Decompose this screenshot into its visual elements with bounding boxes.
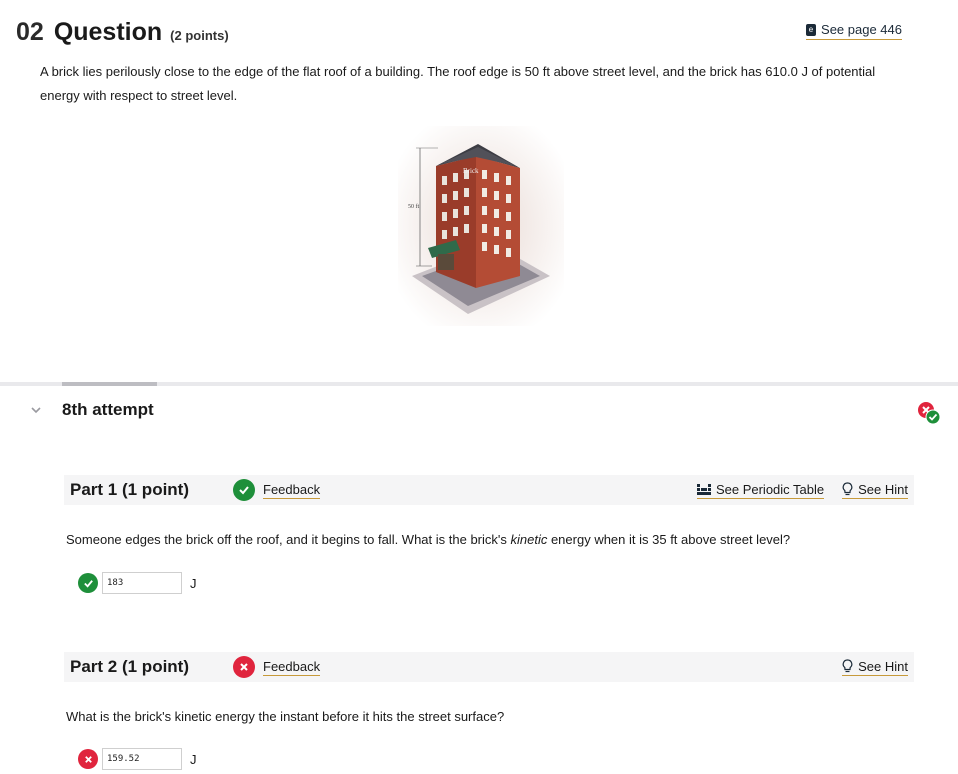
part-1-hint-link[interactable]: See Hint [842, 482, 908, 499]
part-2-title: Part 2 (1 point) [70, 657, 190, 676]
question-body: A brick lies perilously close to the edg… [40, 64, 876, 103]
ebook-icon: e [806, 23, 817, 36]
see-page-label: See page 446 [821, 22, 902, 37]
question-title: Question [53, 18, 163, 46]
part-2-hint-link[interactable]: See Hint [842, 659, 908, 676]
question-header: 02 Question (2 points) [16, 18, 229, 47]
brick-label: Brick [463, 167, 479, 175]
see-page-link[interactable]: e See page 446 [806, 22, 902, 40]
question-number: 02 [16, 18, 44, 46]
part-2-unit: J [190, 751, 197, 767]
part-2-answer-input[interactable] [102, 748, 182, 770]
part-1-feedback-link[interactable]: Feedback [263, 482, 321, 499]
lightbulb-icon [842, 659, 853, 673]
attempt-tab-indicator [62, 382, 157, 386]
part-2-question: What is the brick's kinetic energy the i… [66, 709, 505, 724]
part-1-question: Someone edges the brick off the roof, an… [66, 532, 790, 547]
error-icon [233, 656, 255, 678]
part-2-hint-label: See Hint [858, 658, 908, 674]
part-1-tools: See Periodic Table See Hint [679, 482, 908, 499]
check-icon [233, 479, 255, 501]
part-1-unit: J [190, 575, 197, 591]
periodic-table-link[interactable]: See Periodic Table [696, 481, 825, 499]
part-1-question-text-end: energy when it is 35 ft above street lev… [547, 532, 791, 547]
building-figure: 50 ft Brick [398, 126, 564, 326]
part-1-title: Part 1 (1 point) [70, 480, 190, 499]
part-2-bar: Part 2 (1 point) Feedback See Hint [64, 652, 914, 682]
part-1-question-emphasis: kinetic [510, 532, 548, 547]
part-2-tools: See Hint [824, 659, 908, 676]
error-icon [78, 749, 98, 769]
part-1-bar: Part 1 (1 point) Feedback See Periodic T… [64, 475, 914, 505]
chevron-down-icon[interactable] [30, 404, 42, 416]
periodic-table-icon [696, 483, 711, 495]
check-icon [78, 573, 98, 593]
part-1-answer-row: J [78, 572, 197, 594]
attempt-label: 8th attempt [62, 400, 154, 419]
lightbulb-icon [842, 482, 853, 496]
attempt-header[interactable]: 8th attempt [30, 400, 154, 420]
part-1-answer-input[interactable] [102, 572, 182, 594]
part-2-feedback-link[interactable]: Feedback [263, 659, 321, 676]
question-points: (2 points) [170, 28, 229, 43]
part-1-question-text: Someone edges the brick off the roof, an… [66, 532, 511, 547]
periodic-table-label: See Periodic Table [715, 481, 825, 497]
height-label: 50 ft [408, 203, 419, 210]
part-1-hint-label: See Hint [858, 481, 908, 497]
part-2-answer-row: J [78, 748, 197, 770]
attempt-status-icon [918, 402, 941, 425]
